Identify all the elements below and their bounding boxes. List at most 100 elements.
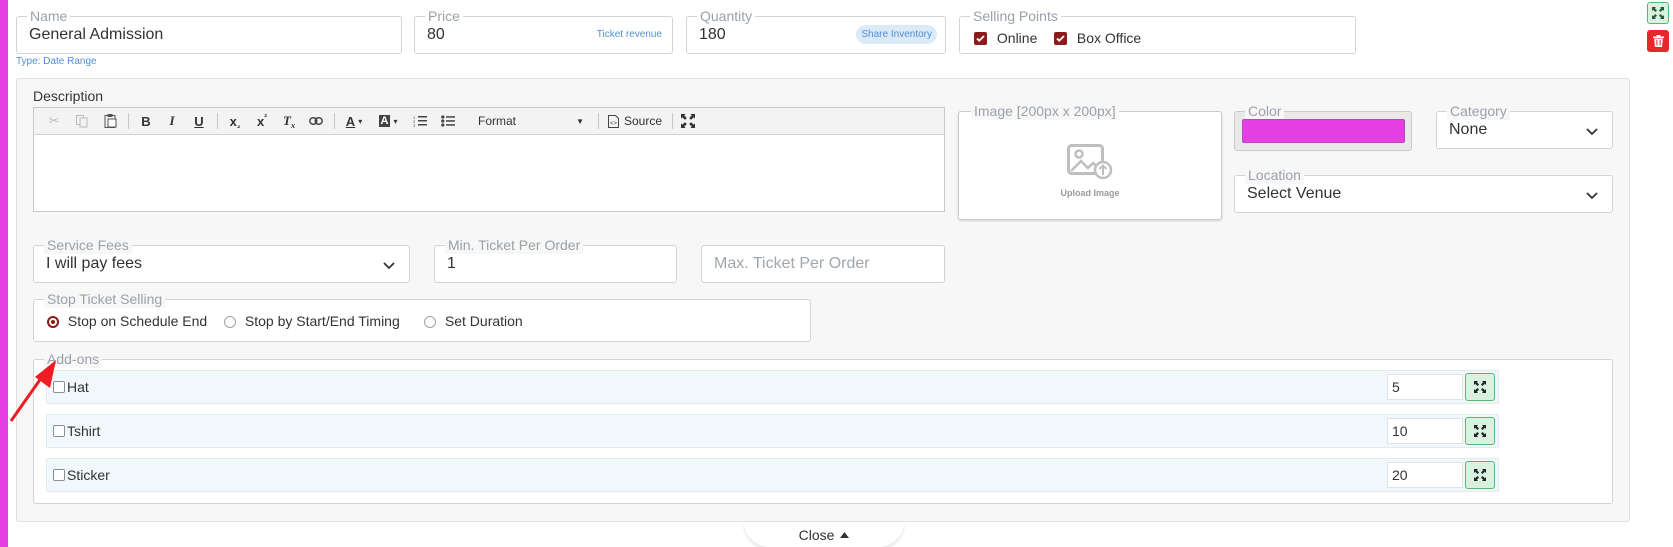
chevron-down-icon: [383, 262, 395, 270]
caret-up-icon: [840, 531, 850, 538]
trash-icon: [1652, 35, 1664, 47]
ticket-type-hint: Type: Date Range: [16, 56, 97, 67]
checkbox-checked-icon[interactable]: [1054, 32, 1067, 45]
image-upload-box[interactable]: Image [200px x 200px] Upload Image: [958, 102, 1222, 220]
bulleted-list-icon[interactable]: [438, 108, 458, 134]
addon-qty-input[interactable]: 20: [1387, 462, 1463, 488]
selling-points-group: Selling Points Online Box Office: [959, 7, 1356, 54]
chevron-down-icon: [1586, 128, 1598, 136]
remove-format-icon[interactable]: Tx: [279, 108, 299, 134]
stop-option-schedule-end[interactable]: Stop on Schedule End: [47, 313, 207, 329]
radio-selected-icon[interactable]: [47, 316, 59, 328]
location-value: Select Venue: [1247, 185, 1342, 202]
quantity-field[interactable]: Quantity 180 Share Inventory: [686, 7, 946, 54]
toolbar-separator: [334, 113, 335, 129]
italic-icon[interactable]: I: [162, 108, 182, 134]
expand-icon: [1474, 425, 1486, 437]
annotation-arrow-icon: [9, 360, 56, 422]
min-ticket-value: 1: [447, 255, 456, 272]
min-ticket-field[interactable]: Min. Ticket Per Order 1: [434, 236, 677, 283]
description-label: Description: [33, 88, 104, 104]
expand-ticket-button[interactable]: [1647, 2, 1669, 24]
stop-option-label: Stop on Schedule End: [67, 313, 208, 329]
location-label: Location: [1245, 166, 1304, 184]
addon-qty-input[interactable]: 10: [1387, 418, 1463, 444]
addon-expand-button[interactable]: [1465, 373, 1495, 401]
superscript-icon[interactable]: x²: [252, 108, 272, 134]
bold-icon[interactable]: B: [136, 108, 156, 134]
format-dropdown[interactable]: Format ▼: [470, 108, 592, 134]
price-value: 80: [427, 26, 445, 43]
category-label: Category: [1447, 102, 1510, 120]
addon-name: Hat: [67, 379, 89, 395]
description-textarea[interactable]: [34, 136, 944, 211]
format-dropdown-label: Format: [478, 114, 517, 128]
paste-icon[interactable]: [100, 108, 120, 134]
max-ticket-field[interactable]: Max. Ticket Per Order: [701, 245, 945, 283]
selling-point-label: Box Office: [1076, 30, 1142, 46]
selling-point-box-office[interactable]: Box Office: [1054, 30, 1141, 46]
ticket-name-label: Name: [27, 7, 71, 25]
maximize-icon[interactable]: [678, 108, 698, 134]
text-color-icon[interactable]: A ▾: [340, 108, 368, 134]
toolbar-separator: [128, 113, 129, 129]
expand-icon: [1474, 381, 1486, 393]
category-select[interactable]: Category None: [1436, 102, 1613, 149]
underline-icon[interactable]: U: [189, 108, 209, 134]
source-icon: <>: [607, 114, 619, 128]
location-select[interactable]: Location Select Venue: [1234, 166, 1613, 213]
price-label: Price: [425, 7, 463, 25]
service-fees-value: I will pay fees: [46, 255, 143, 272]
stop-option-duration[interactable]: Set Duration: [424, 313, 523, 329]
category-value: None: [1449, 121, 1488, 138]
stop-selling-label: Stop Ticket Selling: [44, 290, 166, 308]
addon-qty-input[interactable]: 5: [1387, 374, 1463, 400]
addon-checkbox[interactable]: [53, 425, 65, 437]
addon-row: Hat 5: [46, 370, 1499, 404]
quantity-label: Quantity: [697, 7, 756, 25]
close-panel-button[interactable]: Close: [744, 522, 904, 547]
svg-text:3: 3: [413, 123, 416, 127]
source-label: Source: [623, 114, 663, 128]
addon-name: Tshirt: [67, 423, 101, 439]
selling-point-label: Online: [996, 30, 1038, 46]
chevron-down-icon: [1586, 192, 1598, 200]
addon-row: Tshirt 10: [46, 414, 1499, 448]
numbered-list-icon[interactable]: 123: [410, 108, 430, 134]
color-swatch[interactable]: [1242, 119, 1405, 143]
price-field[interactable]: Price 80 Ticket revenue: [414, 7, 673, 54]
delete-ticket-button[interactable]: [1647, 30, 1669, 52]
checkbox-checked-icon[interactable]: [974, 32, 987, 45]
caret-down-icon: ▼: [576, 116, 584, 126]
cut-icon[interactable]: ✂: [44, 108, 64, 134]
svg-text:<>: <>: [610, 121, 618, 127]
expand-icon: [1474, 469, 1486, 481]
addon-row: Sticker 20: [46, 458, 1499, 492]
stop-option-label: Set Duration: [444, 313, 523, 329]
radio-icon[interactable]: [224, 316, 236, 328]
share-inventory-button[interactable]: Share Inventory: [856, 25, 937, 44]
selling-points-label: Selling Points: [970, 7, 1061, 25]
link-icon[interactable]: [306, 108, 326, 134]
description-editor: ✂ B I U x₂ x² Tx A ▾ A ▾ 123 Format ▼ <> Sou…: [33, 107, 945, 212]
addon-expand-button[interactable]: [1465, 461, 1495, 489]
ticket-name-field[interactable]: Name General Admission: [16, 7, 402, 54]
upload-image-label: Upload Image: [1060, 188, 1120, 198]
addon-expand-button[interactable]: [1465, 417, 1495, 445]
stop-option-start-end[interactable]: Stop by Start/End Timing: [224, 313, 400, 329]
selling-point-online[interactable]: Online: [974, 30, 1037, 46]
image-label: Image [200px x 200px]: [971, 102, 1119, 120]
copy-icon[interactable]: [72, 108, 92, 134]
background-color-icon[interactable]: A ▾: [374, 108, 402, 134]
min-ticket-label: Min. Ticket Per Order: [445, 236, 584, 254]
subscript-icon[interactable]: x₂: [225, 108, 245, 134]
expand-icon: [1652, 7, 1664, 19]
ticket-revenue-link[interactable]: Ticket revenue: [597, 29, 662, 40]
color-field: Color: [1234, 102, 1412, 151]
source-button[interactable]: <> Source: [604, 108, 666, 134]
radio-icon[interactable]: [424, 316, 436, 328]
service-fees-select[interactable]: Service Fees I will pay fees: [33, 236, 410, 283]
addon-checkbox[interactable]: [53, 469, 65, 481]
toolbar-separator: [598, 113, 599, 129]
toolbar-separator: [217, 113, 218, 129]
